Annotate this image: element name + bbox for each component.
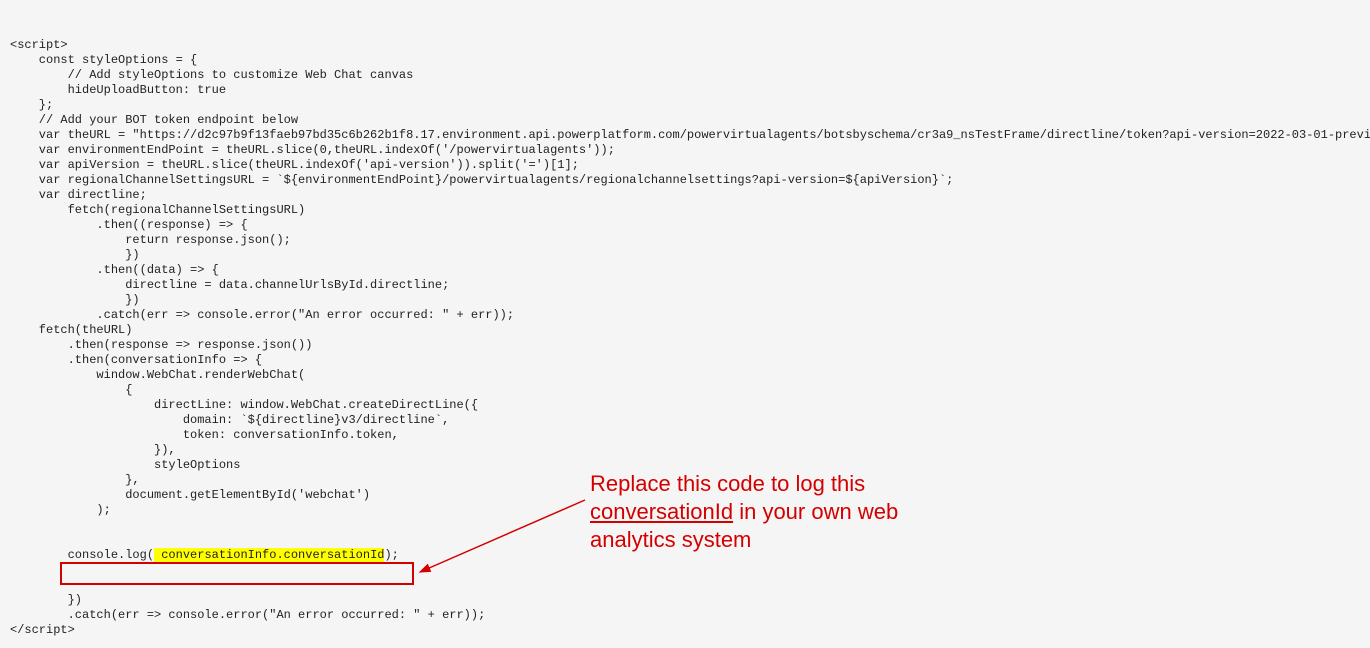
- code-line: <script>: [10, 38, 1360, 53]
- code-line: var environmentEndPoint = theURL.slice(0…: [10, 143, 1360, 158]
- code-line: .then(conversationInfo => {: [10, 353, 1360, 368]
- code-line: token: conversationInfo.token,: [10, 428, 1360, 443]
- code-block: <script> const styleOptions = { // Add s…: [0, 0, 1370, 648]
- code-line: domain: `${directline}v3/directline`,: [10, 413, 1360, 428]
- code-line: hideUploadButton: true: [10, 83, 1360, 98]
- code-line: return response.json();: [10, 233, 1360, 248]
- code-line: };: [10, 98, 1360, 113]
- code-line: fetch(regionalChannelSettingsURL): [10, 203, 1360, 218]
- code-line: // Add styleOptions to customize Web Cha…: [10, 68, 1360, 83]
- highlighted-span: conversationInfo.conversationId: [154, 548, 384, 562]
- annotation-line2-rest: in your own web: [733, 499, 898, 524]
- code-line: </script>: [10, 623, 1360, 638]
- code-line: var theURL = "https://d2c97b9f13faeb97bd…: [10, 128, 1360, 143]
- code-line: directline = data.channelUrlsById.direct…: [10, 278, 1360, 293]
- code-line: // Add your BOT token endpoint below: [10, 113, 1360, 128]
- code-line: .catch(err => console.error("An error oc…: [10, 308, 1360, 323]
- code-line: window.WebChat.renderWebChat(: [10, 368, 1360, 383]
- red-callout-box: [60, 562, 414, 585]
- code-line: .then(response => response.json()): [10, 338, 1360, 353]
- annotation-underlined-word: conversationId: [590, 499, 733, 524]
- code-line: var regionalChannelSettingsURL = `${envi…: [10, 173, 1360, 188]
- code-line: .catch(err => console.error("An error oc…: [10, 608, 1360, 623]
- code-line: .then((data) => {: [10, 263, 1360, 278]
- annotation-text: Replace this code to log this conversati…: [590, 470, 950, 554]
- code-line: var apiVersion = theURL.slice(theURL.ind…: [10, 158, 1360, 173]
- annotation-line3: analytics system: [590, 527, 751, 552]
- annotation-line1: Replace this code to log this: [590, 471, 865, 496]
- code-line: var directline;: [10, 188, 1360, 203]
- code-text-after-highlight: );: [384, 548, 398, 562]
- code-line: .then((response) => {: [10, 218, 1360, 233]
- code-line: const styleOptions = {: [10, 53, 1360, 68]
- code-line: directLine: window.WebChat.createDirectL…: [10, 398, 1360, 413]
- code-text-before-highlight: console.log(: [10, 548, 154, 562]
- code-line: fetch(theURL): [10, 323, 1360, 338]
- code-line: {: [10, 383, 1360, 398]
- code-line: }): [10, 293, 1360, 308]
- code-line: }): [10, 593, 1360, 608]
- code-line: }): [10, 248, 1360, 263]
- code-line: }),: [10, 443, 1360, 458]
